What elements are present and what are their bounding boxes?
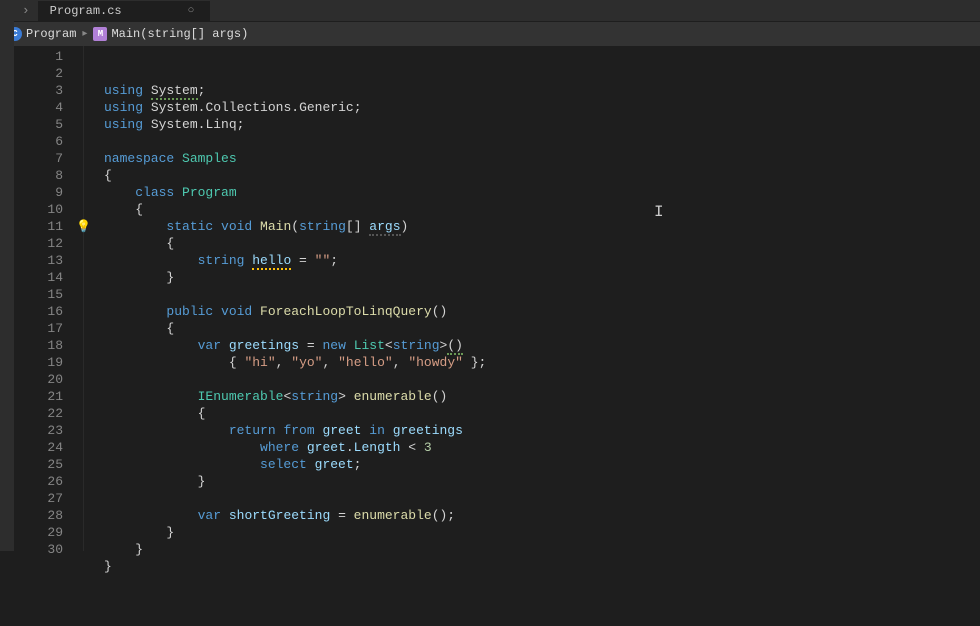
code-line[interactable]: { <box>104 405 980 422</box>
line-number: 10 <box>14 201 63 218</box>
line-number: 6 <box>14 133 63 150</box>
line-number: 8 <box>14 167 63 184</box>
line-number: 16 <box>14 303 63 320</box>
code-line[interactable]: } <box>104 269 980 286</box>
line-number: 18 <box>14 337 63 354</box>
line-number: 20 <box>14 371 63 388</box>
code-line[interactable]: } <box>104 524 980 541</box>
line-number: 12 <box>14 235 63 252</box>
method-icon: M <box>93 27 107 41</box>
tab-dirty-indicator: ○ <box>188 5 195 17</box>
code-line[interactable]: var greetings = new List<string>() <box>104 337 980 354</box>
line-number: 11 <box>14 218 63 235</box>
code-line[interactable]: static void Main(string[] args) <box>104 218 980 235</box>
line-number: 7 <box>14 150 63 167</box>
line-number: 15 <box>14 286 63 303</box>
line-number: 22 <box>14 405 63 422</box>
code-line[interactable]: using System; <box>104 82 980 99</box>
code-line[interactable]: { <box>104 320 980 337</box>
line-number: 13 <box>14 252 63 269</box>
line-number: 4 <box>14 99 63 116</box>
line-number: 3 <box>14 82 63 99</box>
code-line[interactable]: } <box>104 541 980 558</box>
line-number: 21 <box>14 388 63 405</box>
line-number: 14 <box>14 269 63 286</box>
code-line[interactable]: { "hi", "yo", "hello", "howdy" }; <box>104 354 980 371</box>
breadcrumb-method[interactable]: M Main(string[] args) <box>93 27 248 41</box>
code-line[interactable]: IEnumerable<string> enumerable() <box>104 388 980 405</box>
line-number: 23 <box>14 422 63 439</box>
code-line[interactable]: namespace Samples <box>104 150 980 167</box>
code-line[interactable]: { <box>104 201 980 218</box>
nav-forward-button[interactable]: › <box>20 3 32 18</box>
line-number: 26 <box>14 473 63 490</box>
breadcrumb-class-label: Program <box>26 27 76 41</box>
code-line[interactable]: var shortGreeting = enumerable(); <box>104 507 980 524</box>
line-number: 27 <box>14 490 63 507</box>
code-line[interactable]: select greet; <box>104 456 980 473</box>
tab-title: Program.cs <box>50 4 122 18</box>
code-line[interactable]: using System.Collections.Generic; <box>104 99 980 116</box>
code-line[interactable]: } <box>104 558 980 575</box>
code-line[interactable]: string hello = ""; <box>104 252 980 269</box>
code-line[interactable] <box>104 490 980 507</box>
chevron-right-icon: ▸ <box>82 28 87 40</box>
code-line[interactable] <box>104 133 980 150</box>
editor-area: 1234567891011121314151617181920212223242… <box>0 46 980 551</box>
code-line[interactable]: where greet.Length < 3 <box>104 439 980 456</box>
line-number: 17 <box>14 320 63 337</box>
breadcrumb-method-label: Main(string[] args) <box>111 27 248 41</box>
code-line[interactable]: } <box>104 473 980 490</box>
line-number: 9 <box>14 184 63 201</box>
code-editor[interactable]: using System;using System.Collections.Ge… <box>84 46 980 551</box>
line-number-gutter: 1234567891011121314151617181920212223242… <box>14 46 84 551</box>
code-line[interactable]: { <box>104 167 980 184</box>
line-number: 24 <box>14 439 63 456</box>
line-number: 2 <box>14 65 63 82</box>
code-line[interactable]: public void ForeachLoopToLinqQuery() <box>104 303 980 320</box>
line-number: 30 <box>14 541 63 558</box>
line-number: 29 <box>14 524 63 541</box>
breadcrumb: C Program ▸ M Main(string[] args) <box>0 22 980 46</box>
code-line[interactable] <box>104 286 980 303</box>
code-line[interactable]: class Program <box>104 184 980 201</box>
code-line[interactable]: return from greet in greetings <box>104 422 980 439</box>
line-number: 1 <box>14 48 63 65</box>
code-line[interactable]: { <box>104 235 980 252</box>
tab-bar: ‹ › Program.cs ○ <box>0 0 980 22</box>
line-number: 19 <box>14 354 63 371</box>
line-number: 25 <box>14 456 63 473</box>
code-line[interactable]: using System.Linq; <box>104 116 980 133</box>
line-number: 28 <box>14 507 63 524</box>
code-line[interactable] <box>104 575 980 592</box>
line-number: 5 <box>14 116 63 133</box>
breadcrumb-class[interactable]: C Program <box>8 27 76 41</box>
file-tab[interactable]: Program.cs ○ <box>38 1 211 21</box>
code-line[interactable] <box>104 371 980 388</box>
